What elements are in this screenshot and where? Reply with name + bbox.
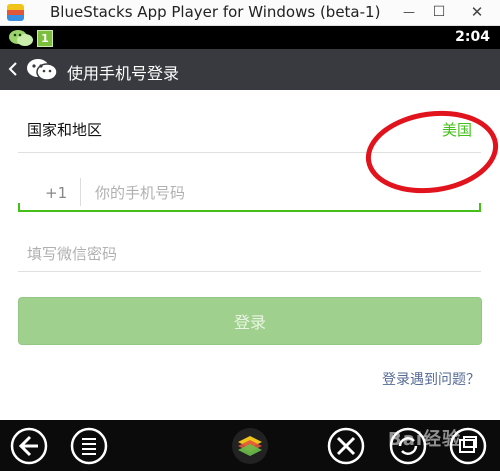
password-divider: [18, 271, 481, 272]
country-code-separator: [80, 178, 81, 206]
minimize-button[interactable]: —: [396, 0, 422, 24]
region-label: 国家和地区: [27, 121, 103, 139]
android-status-bar: 1 2:04: [0, 26, 500, 49]
phone-underline-cap-left: [18, 203, 20, 212]
wechat-logo-icon: [27, 59, 58, 81]
country-code[interactable]: +1: [45, 184, 67, 202]
phone-number-input[interactable]: [95, 182, 465, 204]
status-clock: 2:04: [455, 29, 490, 45]
phone-underline-cap-right: [479, 203, 481, 212]
settings-tools-icon[interactable]: [326, 426, 366, 466]
phone-input-underline: [18, 210, 481, 212]
page-title: 使用手机号登录: [67, 64, 180, 83]
password-input[interactable]: [27, 243, 467, 265]
login-problem-link[interactable]: 登录遇到问题？: [382, 369, 480, 389]
notification-badge: 1: [37, 30, 53, 47]
maximize-button[interactable]: ☐: [426, 0, 452, 24]
login-button[interactable]: 登录: [18, 297, 482, 345]
minimize-icon: —: [403, 5, 415, 19]
close-icon: ✕: [470, 3, 484, 21]
region-value[interactable]: 美国: [442, 119, 472, 140]
maximize-icon: ☐: [432, 4, 446, 20]
back-arrow-icon[interactable]: [6, 59, 20, 79]
bluestacks-app-icon: [7, 4, 24, 21]
action-bar: 使用手机号登录: [0, 49, 500, 90]
login-button-label: 登录: [233, 313, 266, 332]
menu-icon[interactable]: [69, 426, 109, 466]
baidu-watermark: Bai经验: [388, 429, 462, 450]
back-icon[interactable]: [9, 426, 49, 466]
wechat-notification-icon: [9, 30, 33, 46]
window-title: BlueStacks App Player for Windows (beta-…: [50, 3, 381, 21]
window-titlebar: BlueStacks App Player for Windows (beta-…: [0, 0, 500, 26]
region-divider: [18, 152, 481, 153]
bluestacks-home-icon[interactable]: [230, 426, 270, 466]
close-button[interactable]: ✕: [464, 0, 490, 24]
